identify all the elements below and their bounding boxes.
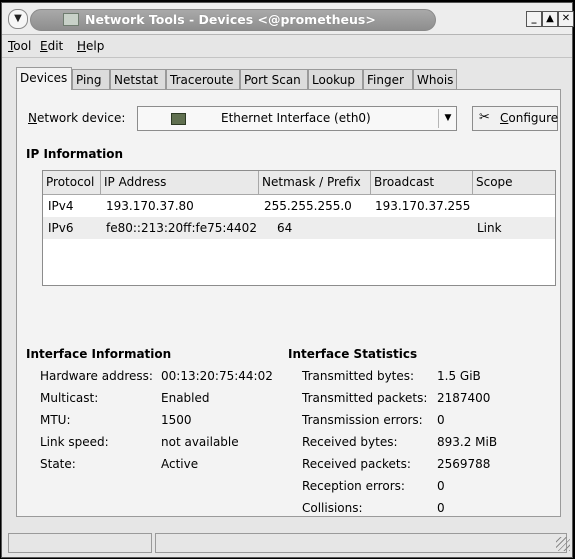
menu-help[interactable]: Help [77, 39, 104, 53]
cell-scope: Link [477, 221, 502, 235]
interface-info-heading: Interface Information [26, 347, 172, 361]
resize-grip-icon[interactable] [556, 537, 570, 551]
received-bytes-label: Received bytes: [302, 435, 398, 449]
transmission-errors-label: Transmission errors: [302, 413, 423, 427]
status-pane-right [155, 533, 567, 553]
tab-finger[interactable]: Finger [363, 69, 413, 89]
cell-ip: fe80::213:20ff:fe75:4402 [106, 221, 257, 235]
network-icon [63, 13, 79, 26]
tab-devices[interactable]: Devices [16, 67, 72, 90]
cell-broadcast: 193.170.37.255 [375, 199, 471, 213]
table-header: Protocol IP Address Netmask / Prefix Bro… [43, 171, 555, 195]
reception-errors-label: Reception errors: [302, 479, 405, 493]
column-header[interactable]: Scope [473, 171, 555, 194]
tools-icon: ✂ [479, 110, 490, 125]
cell-netmask: 64 [277, 221, 293, 235]
transmitted-bytes-value: 1.5 GiB [437, 369, 481, 383]
received-packets-label: Received packets: [302, 457, 411, 471]
cell-netmask: 255.255.255.0 [264, 199, 352, 213]
column-header[interactable]: Broadcast [371, 171, 473, 194]
transmission-errors-value: 0 [437, 413, 445, 427]
menu-bar: Tool Edit Help [2, 35, 572, 58]
network-device-value: Ethernet Interface (eth0) [221, 111, 371, 125]
hardware-address-label: Hardware address: [40, 369, 153, 383]
mtu-label: MTU: [40, 413, 71, 427]
cell-ip: 193.170.37.80 [106, 199, 194, 213]
received-packets-value: 2569788 [437, 457, 491, 471]
link-speed-label: Link speed: [40, 435, 109, 449]
received-bytes-value: 893.2 MiB [437, 435, 498, 449]
interface-stats-heading: Interface Statistics [288, 347, 418, 361]
tab-lookup[interactable]: Lookup [308, 69, 363, 89]
configure-button[interactable]: ✂ Configure [472, 106, 558, 131]
multicast-label: Multicast: [40, 391, 99, 405]
maximize-icon[interactable]: ▲ [542, 11, 558, 27]
transmitted-packets-value: 2187400 [437, 391, 491, 405]
chevron-down-icon[interactable]: ▼ [8, 9, 28, 29]
reception-errors-value: 0 [437, 479, 445, 493]
title-bar[interactable]: ▼ Network Tools - Devices <@prometheus> … [2, 3, 574, 35]
title-pill[interactable]: Network Tools - Devices <@prometheus> [30, 9, 436, 31]
column-header[interactable]: Protocol [43, 171, 101, 194]
network-tools-window: ▼ Network Tools - Devices <@prometheus> … [1, 2, 574, 558]
ip-info-heading: IP Information [26, 147, 124, 161]
status-bar [2, 531, 572, 557]
minimize-icon[interactable]: _ [526, 11, 542, 27]
tab-port-scan[interactable]: Port Scan [240, 69, 308, 89]
mtu-value: 1500 [161, 413, 192, 427]
table-row[interactable]: IPv6 fe80::213:20ff:fe75:4402 64 Link [43, 217, 555, 239]
menu-edit[interactable]: Edit [40, 39, 63, 53]
collisions-label: Collisions: [302, 501, 363, 515]
tab-traceroute[interactable]: Traceroute [166, 69, 240, 89]
link-speed-value: not available [161, 435, 239, 449]
status-pane-left [8, 533, 152, 553]
network-device-label: Network device: [28, 111, 126, 125]
ethernet-card-icon [171, 113, 186, 125]
cell-protocol: IPv4 [48, 199, 74, 213]
close-icon[interactable]: ✕ [558, 11, 574, 27]
hardware-address-value: 00:13:20:75:44:02 [161, 369, 273, 383]
transmitted-packets-label: Transmitted packets: [302, 391, 428, 405]
tab-netstat[interactable]: Netstat [110, 69, 166, 89]
window-title: Network Tools - Devices <@prometheus> [85, 12, 376, 27]
ip-info-table[interactable]: Protocol IP Address Netmask / Prefix Bro… [42, 170, 556, 286]
column-header[interactable]: Netmask / Prefix [259, 171, 371, 194]
tab-whois[interactable]: Whois [413, 69, 457, 89]
configure-label: Configure [500, 111, 559, 125]
table-row[interactable]: IPv4 193.170.37.80 255.255.255.0 193.170… [43, 195, 555, 217]
network-device-select[interactable]: Ethernet Interface (eth0) ▼ [137, 106, 457, 131]
state-value: Active [161, 457, 199, 471]
chevron-down-icon[interactable]: ▼ [438, 109, 457, 128]
column-header[interactable]: IP Address [101, 171, 259, 194]
multicast-value: Enabled [161, 391, 210, 405]
menu-tool[interactable]: Tool [8, 39, 31, 53]
transmitted-bytes-label: Transmitted bytes: [302, 369, 415, 383]
state-label: State: [40, 457, 76, 471]
collisions-value: 0 [437, 501, 445, 515]
tab-ping[interactable]: Ping [72, 69, 110, 89]
cell-protocol: IPv6 [48, 221, 74, 235]
